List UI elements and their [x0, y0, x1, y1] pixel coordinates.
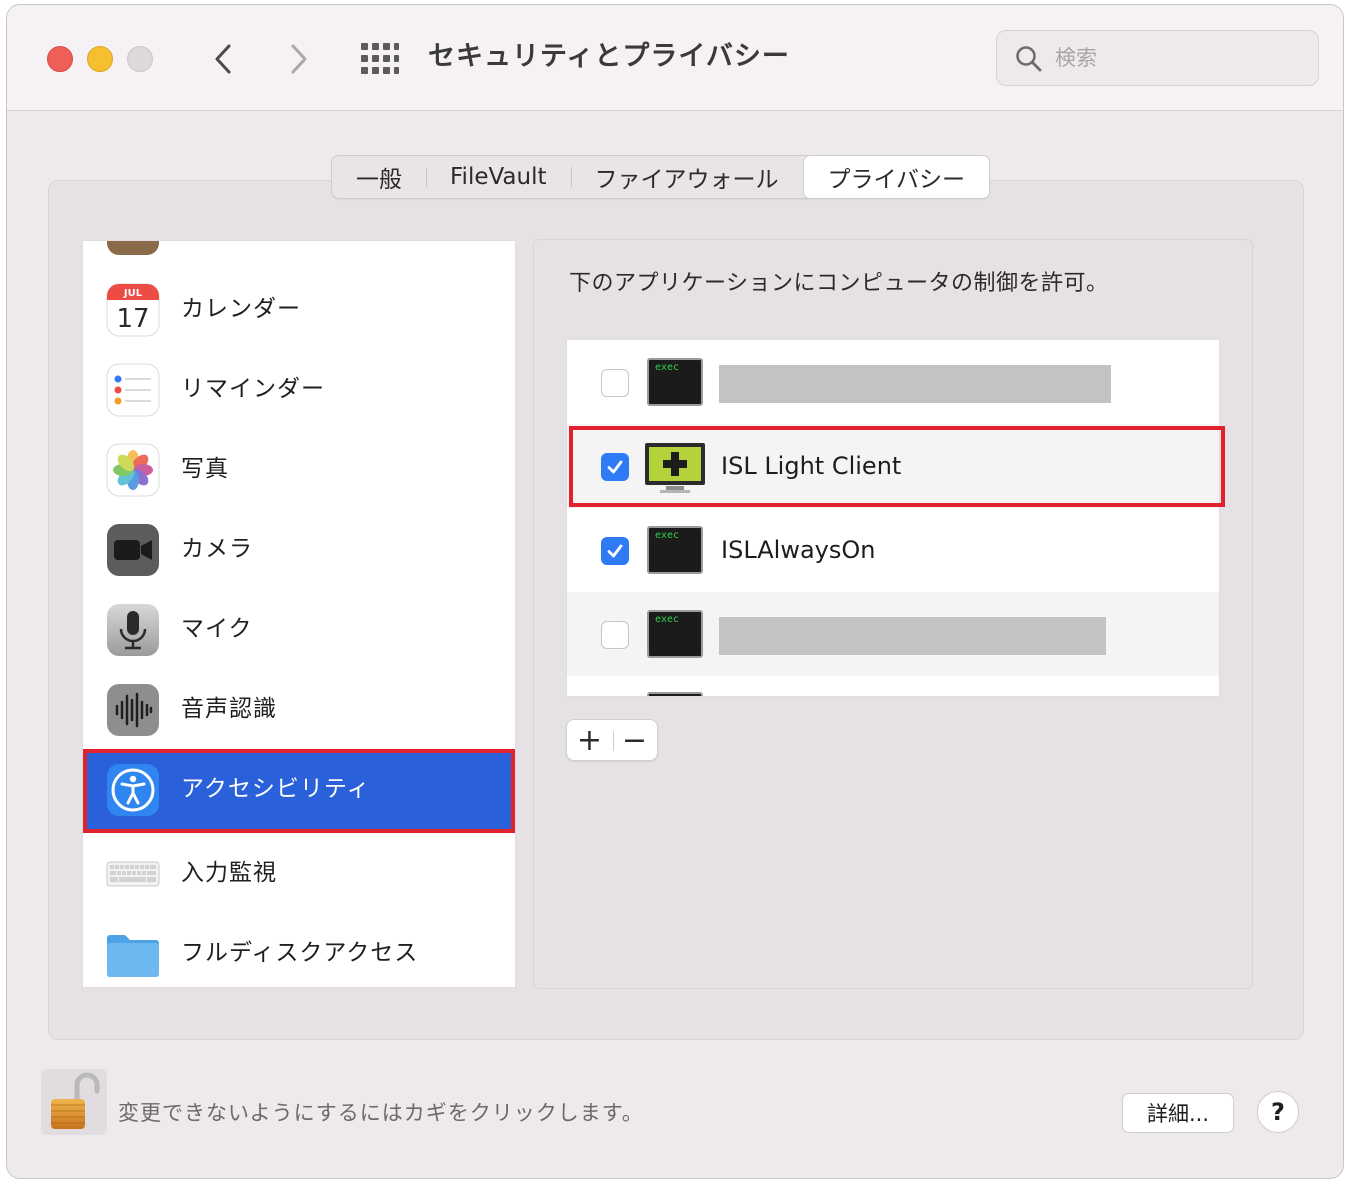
exec-icon: exec [647, 358, 703, 406]
sidebar-item-label: 入力監視 [181, 860, 277, 886]
chevron-right-icon [291, 44, 307, 74]
tab-firewall[interactable]: ファイアウォール [570, 156, 803, 198]
app-name: ISL Light Client [721, 452, 902, 480]
app-checkbox[interactable] [601, 453, 629, 481]
close-window-button[interactable] [47, 46, 73, 72]
app-row[interactable]: ISL Light Client [567, 424, 1219, 508]
exec-icon-label: exec [655, 530, 680, 541]
app-row[interactable] [567, 676, 1219, 696]
sidebar-item-full-disk-access[interactable]: フルディスクアクセス [83, 913, 515, 987]
exec-icon-label: exec [655, 362, 680, 373]
back-button[interactable] [203, 39, 243, 79]
keyboard-icon [106, 861, 160, 887]
tab-privacy[interactable]: プライバシー [802, 155, 991, 199]
add-remove-control: + − [566, 719, 658, 761]
sidebar-item-label: カメラ [181, 536, 253, 562]
sidebar-item-camera[interactable]: カメラ [83, 509, 515, 589]
photos-icon [106, 443, 160, 497]
checkmark-icon [607, 544, 623, 558]
sidebar-item-label: 音声認識 [181, 696, 277, 722]
speech-recognition-icon [107, 684, 159, 736]
accessibility-icon [107, 764, 159, 816]
calendar-day: 17 [116, 304, 149, 334]
permission-description: 下のアプリケーションにコンピュータの制御を許可。 [569, 271, 1109, 296]
window-title: セキュリティとプライバシー [428, 41, 790, 72]
sidebar-item-accessibility[interactable]: アクセシビリティ [83, 749, 515, 833]
isl-light-icon [645, 443, 705, 493]
sidebar-item-photos[interactable]: 写真 [83, 429, 515, 509]
tab-general[interactable]: 一般 [332, 156, 426, 198]
app-checkbox[interactable] [601, 621, 629, 649]
remove-app-button[interactable]: − [612, 720, 657, 760]
app-checkbox[interactable] [601, 537, 629, 565]
tab-label: ファイアウォール [594, 167, 779, 193]
details-button[interactable]: 詳細... [1122, 1093, 1234, 1133]
tab-label: 一般 [356, 167, 402, 193]
search-input[interactable] [1055, 41, 1305, 75]
exec-icon-label: exec [655, 614, 680, 625]
calendar-month: JUL [123, 288, 143, 299]
search-icon [1016, 46, 1042, 72]
add-app-button[interactable]: + [567, 720, 612, 760]
reminders-icon [106, 363, 160, 417]
sidebar-item-label: カレンダー [181, 296, 301, 322]
app-checkbox[interactable] [601, 369, 629, 397]
redacted-app-name [719, 365, 1111, 403]
lock-instruction: 変更できないようにするにはカギをクリックします。 [118, 1101, 644, 1125]
app-row[interactable]: exec ISLAlwaysOn [567, 508, 1219, 592]
tab-label: FileVault [450, 164, 547, 190]
checkmark-icon [607, 460, 623, 474]
sidebar-item-label: マイク [181, 616, 253, 642]
sidebar-item-reminders[interactable]: リマインダー [83, 349, 515, 429]
zoom-window-button[interactable] [127, 46, 153, 72]
app-row[interactable]: exec [567, 340, 1219, 424]
tab-bar: 一般 FileVault ファイアウォール プライバシー [331, 155, 991, 199]
minimize-window-button[interactable] [87, 46, 113, 72]
privacy-category-list[interactable]: JUL 17 カレンダー リマインダー 写真 カメラ マイク 音声認識 アクセシ… [82, 240, 516, 988]
sidebar-item-microphone[interactable]: マイク [83, 589, 515, 669]
exec-icon: exec [647, 610, 703, 658]
sidebar-item-label: リマインダー [181, 376, 325, 402]
folder-icon [107, 935, 159, 977]
sidebar-item-input-monitoring[interactable]: 入力監視 [83, 833, 515, 913]
chevron-left-icon [215, 44, 231, 74]
contacts-icon [107, 241, 159, 255]
tab-label: プライバシー [827, 167, 966, 193]
exec-icon [647, 692, 703, 696]
camera-icon [107, 524, 159, 576]
sidebar-item-label: フルディスクアクセス [181, 940, 419, 966]
show-all-button[interactable] [359, 41, 399, 77]
tab-filevault[interactable]: FileVault [426, 156, 571, 198]
search-field[interactable] [996, 30, 1319, 86]
calendar-icon: JUL 17 [106, 283, 160, 337]
app-row[interactable]: exec [567, 592, 1219, 676]
app-name: ISLAlwaysOn [721, 536, 876, 564]
help-button[interactable]: ? [1257, 1091, 1299, 1133]
permission-panel: 下のアプリケーションにコンピュータの制御を許可。 exec ISL Light … [533, 239, 1253, 989]
lock-button[interactable] [41, 1069, 107, 1135]
forward-button[interactable] [279, 39, 319, 79]
exec-icon: exec [647, 526, 703, 574]
sidebar-item-label: 写真 [181, 456, 229, 482]
sidebar-item-label: アクセシビリティ [181, 776, 371, 802]
app-list[interactable]: exec ISL Light Client exec ISLAlwaysOn e… [566, 339, 1220, 697]
divider [613, 731, 614, 751]
sidebar-item-speech-recognition[interactable]: 音声認識 [83, 669, 515, 749]
grid-icon [361, 43, 399, 74]
microphone-icon [107, 604, 159, 656]
unlocked-padlock-icon [51, 1072, 100, 1129]
redacted-app-name [719, 617, 1106, 655]
sidebar-item-calendar[interactable]: JUL 17 カレンダー [83, 269, 515, 349]
title-bar: セキュリティとプライバシー [7, 5, 1343, 111]
